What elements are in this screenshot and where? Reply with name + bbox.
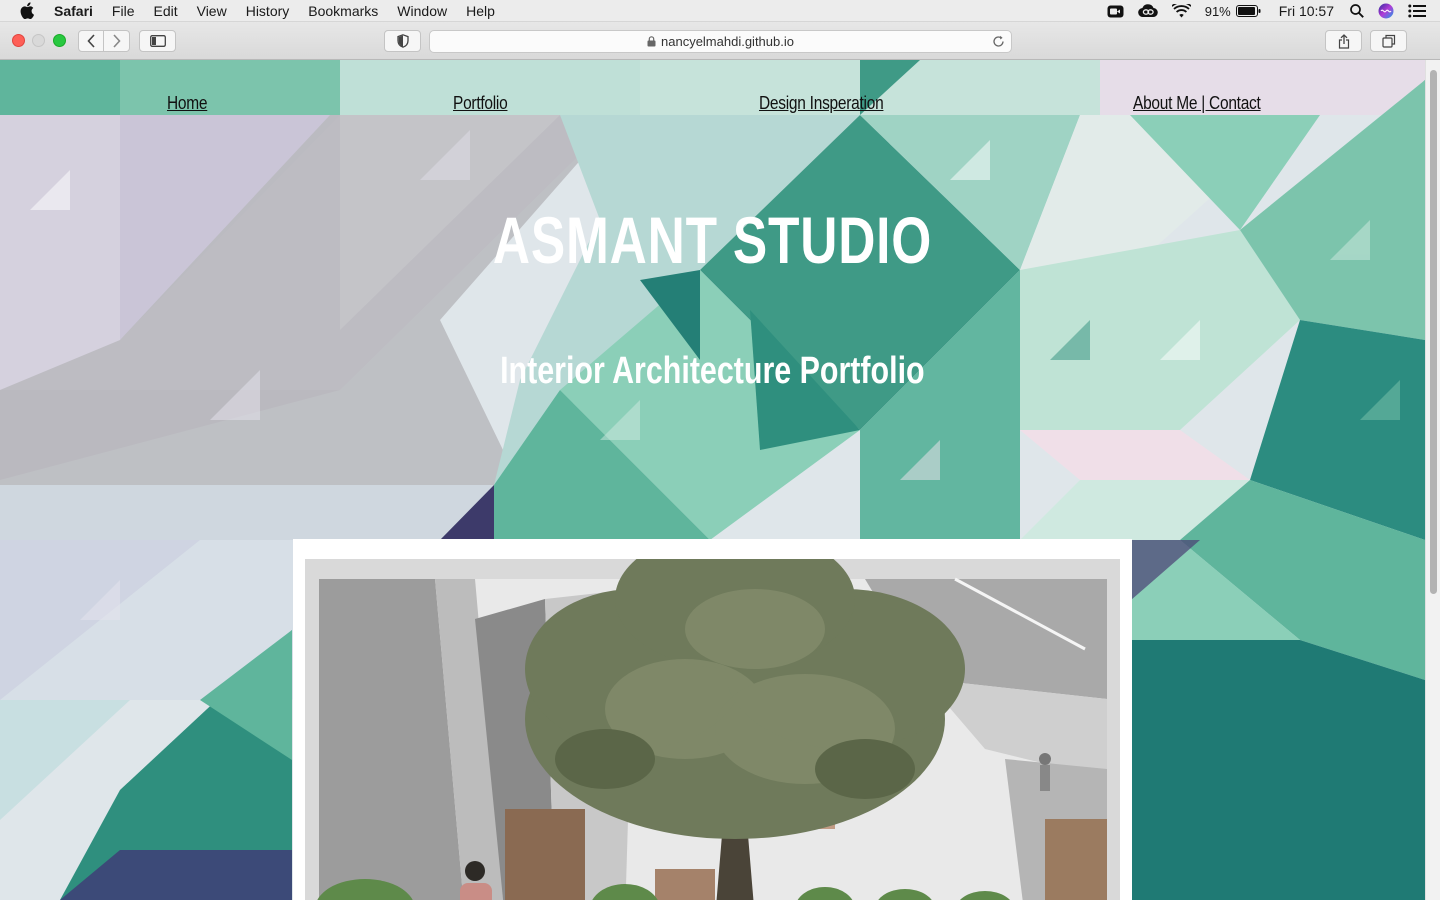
nav-link-home[interactable]: Home bbox=[167, 93, 208, 114]
battery-percent: 91% bbox=[1204, 3, 1231, 19]
nav-link-about-contact[interactable]: About Me | Contact bbox=[1133, 93, 1261, 114]
show-tabs-button[interactable] bbox=[1370, 30, 1407, 52]
close-window-button[interactable] bbox=[12, 34, 25, 47]
spotlight-search-icon[interactable] bbox=[1350, 4, 1364, 18]
menu-history[interactable]: History bbox=[246, 3, 290, 19]
shield-icon bbox=[396, 34, 409, 48]
menu-view[interactable]: View bbox=[197, 3, 227, 19]
site-subtitle-text: Interior Architecture Portfolio bbox=[500, 350, 925, 392]
zoom-window-button[interactable] bbox=[53, 34, 66, 47]
interior-render-illustration bbox=[305, 559, 1120, 900]
menu-edit[interactable]: Edit bbox=[153, 3, 177, 19]
menu-bar: Safari File Edit View History Bookmarks … bbox=[0, 0, 1440, 22]
menu-clock[interactable]: Fri 10:57 bbox=[1279, 3, 1334, 19]
menu-app-name[interactable]: Safari bbox=[54, 3, 93, 19]
menu-bookmarks[interactable]: Bookmarks bbox=[308, 3, 378, 19]
site-title: ASMANT STUDIO bbox=[0, 202, 1425, 278]
lock-icon bbox=[647, 36, 656, 47]
address-bar[interactable]: nancyelmahdi.github.io bbox=[429, 30, 1012, 53]
privacy-report-button[interactable] bbox=[384, 30, 421, 52]
notification-center-icon[interactable] bbox=[1408, 4, 1426, 18]
browser-toolbar: nancyelmahdi.github.io bbox=[0, 22, 1440, 60]
page-scrollbar[interactable] bbox=[1425, 60, 1440, 900]
url-text: nancyelmahdi.github.io bbox=[661, 34, 794, 49]
share-button[interactable] bbox=[1325, 30, 1362, 52]
sidebar-icon bbox=[149, 35, 166, 47]
chevron-left-icon bbox=[86, 34, 95, 48]
wifi-icon[interactable] bbox=[1171, 4, 1191, 18]
chevron-right-icon bbox=[113, 34, 121, 48]
site-title-text: ASMANT STUDIO bbox=[492, 203, 933, 277]
reload-icon[interactable] bbox=[992, 35, 1005, 48]
scrollbar-thumb[interactable] bbox=[1430, 70, 1437, 594]
featured-project-image[interactable] bbox=[305, 559, 1120, 900]
apple-icon[interactable] bbox=[18, 2, 36, 20]
battery-icon[interactable] bbox=[1235, 5, 1261, 17]
menu-file[interactable]: File bbox=[112, 3, 135, 19]
video-camera-icon[interactable] bbox=[1107, 5, 1124, 18]
siri-icon[interactable] bbox=[1378, 3, 1394, 19]
featured-project-image-frame[interactable] bbox=[293, 539, 1132, 900]
tabs-overview-icon bbox=[1381, 34, 1395, 48]
menu-help[interactable]: Help bbox=[466, 3, 495, 19]
creative-cloud-icon[interactable] bbox=[1137, 4, 1158, 18]
menu-window[interactable]: Window bbox=[397, 3, 447, 19]
minimize-window-button[interactable] bbox=[32, 34, 45, 47]
site-navigation: Home Portfolio Design Insperation About … bbox=[0, 60, 1425, 115]
forward-button[interactable] bbox=[104, 30, 130, 52]
back-button[interactable] bbox=[78, 30, 104, 52]
share-icon bbox=[1338, 33, 1349, 49]
site-subtitle: Interior Architecture Portfolio bbox=[0, 350, 1425, 393]
nav-link-design-inspiration[interactable]: Design Insperation bbox=[759, 93, 884, 114]
web-page: Home Portfolio Design Insperation About … bbox=[0, 60, 1425, 900]
sidebar-toggle-button[interactable] bbox=[139, 30, 176, 52]
nav-link-portfolio[interactable]: Portfolio bbox=[453, 93, 508, 114]
